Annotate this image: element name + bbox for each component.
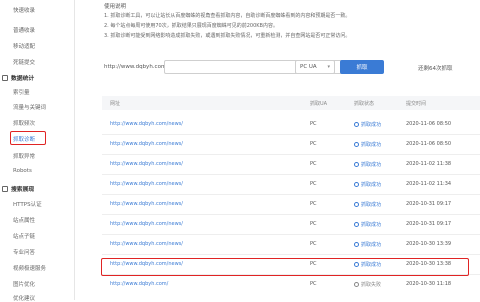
row-url-link[interactable]: http://www.dqbyh.com/news/	[110, 181, 183, 187]
status-text: 抓取失败	[361, 282, 382, 288]
status-text: 抓取成功	[361, 242, 382, 248]
sidebar-group-stats[interactable]: 数据统计	[2, 73, 34, 82]
header-ua: 抓取UA	[310, 101, 328, 107]
status-text: 抓取成功	[361, 222, 382, 228]
check-circle-icon	[354, 162, 359, 167]
check-circle-icon	[354, 222, 359, 227]
row-time: 2020-10-30 11:18	[406, 281, 452, 287]
header-status: 抓取状态	[354, 101, 375, 107]
check-circle-icon	[354, 182, 359, 187]
stats-icon	[2, 74, 8, 81]
search-display-icon	[2, 185, 8, 192]
row-time: 2020-11-02 11:34	[406, 181, 452, 187]
sidebar-group-label: 数据统计	[11, 76, 35, 82]
table-row: http://www.dqbyh.com/news/ PC 抓取成功 2020-…	[102, 134, 480, 155]
sidebar-item-opt-suggest[interactable]: 优化建议	[13, 294, 35, 302]
row-url-link[interactable]: http://www.dqbyh.com/news/	[110, 161, 183, 167]
row-url-link[interactable]: http://www.dqbyh.com/	[110, 281, 168, 287]
sidebar-item-sitelinks[interactable]: 站点子链	[13, 232, 35, 240]
row-ua: PC	[310, 241, 317, 247]
row-ua: PC	[310, 201, 317, 207]
row-status-link[interactable]: 抓取成功	[354, 141, 381, 148]
instruction-line: 3. 抓取诊断可能受到网络影响造成抓取失败，或遇到抓取失败情况，可重新检测，并自…	[104, 33, 351, 39]
warning-circle-icon	[354, 282, 359, 287]
row-time: 2020-10-30 13:39	[406, 241, 452, 247]
row-status-link[interactable]: 抓取成功	[354, 201, 381, 208]
table-header: 网址 抓取UA 抓取状态 提交时间	[102, 96, 480, 110]
ua-select-value: PC UA	[300, 64, 317, 70]
row-ua: PC	[310, 221, 317, 227]
row-url-link[interactable]: http://www.dqbyh.com/news/	[110, 141, 183, 147]
table-row: http://www.dqbyh.com/news/ PC 抓取成功 2020-…	[102, 234, 480, 255]
remaining-count: 还剩64次抓取	[418, 66, 453, 72]
table-row: http://www.dqbyh.com/news/ PC 抓取成功 2020-…	[102, 114, 480, 135]
row-status-link[interactable]: 抓取成功	[354, 241, 381, 248]
sidebar-item-normal-index[interactable]: 普通收录	[13, 26, 35, 34]
row-time: 2020-11-06 08:50	[406, 141, 452, 147]
sidebar-item-video[interactable]: 视频极速服务	[13, 264, 46, 272]
header-time: 提交时间	[406, 101, 427, 107]
sidebar-group-search-display[interactable]: 搜索展现	[2, 184, 34, 193]
status-text: 抓取成功	[361, 202, 382, 208]
check-circle-icon	[354, 122, 359, 127]
row-time: 2020-11-02 11:38	[406, 161, 452, 167]
sidebar-item-robots[interactable]: Robots	[13, 168, 32, 174]
failed-row-highlight-box	[101, 258, 469, 276]
table-row: http://www.dqbyh.com/news/ PC 抓取成功 2020-…	[102, 214, 480, 235]
sidebar-item-crawl-diagnosis[interactable]: 抓取诊断	[13, 135, 35, 143]
sidebar-item-traffic-keywords[interactable]: 流量与关键词	[13, 103, 46, 111]
row-url-link[interactable]: http://www.dqbyh.com/news/	[110, 121, 183, 127]
row-status-link[interactable]: 抓取成功	[354, 181, 381, 188]
row-ua: PC	[310, 141, 317, 147]
chevron-down-icon: ▾	[327, 64, 330, 70]
sidebar-item-crawl-frequency[interactable]: 抓取频次	[13, 119, 35, 127]
status-text: 抓取成功	[361, 162, 382, 168]
check-circle-icon	[354, 142, 359, 147]
instructions-title: 使用说明	[104, 4, 127, 10]
fetch-button[interactable]: 抓取	[340, 60, 384, 74]
sidebar-item-fast-index[interactable]: 快速收录	[13, 6, 35, 14]
row-ua: PC	[310, 281, 317, 287]
header-url: 网址	[110, 101, 121, 107]
row-status-link[interactable]: 抓取失败	[354, 281, 381, 288]
instruction-line: 2. 每个站点每周可使用70次，抓取结果只展现百度蜘蛛可见的前200KB内容。	[104, 23, 278, 29]
row-url-link[interactable]: http://www.dqbyh.com/news/	[110, 241, 183, 247]
row-time: 2020-10-31 09:17	[406, 221, 452, 227]
row-status-link[interactable]: 抓取成功	[354, 121, 381, 128]
sidebar-group-label: 搜索展现	[11, 187, 35, 193]
sidebar-item-crawl-errors[interactable]: 抓取异常	[13, 152, 35, 160]
status-text: 抓取成功	[361, 142, 382, 148]
sidebar-item-site-attributes[interactable]: 站点属性	[13, 216, 35, 224]
sidebar-item-mobile-adapt[interactable]: 移动适配	[13, 42, 35, 50]
table-row: http://www.dqbyh.com/news/ PC 抓取成功 2020-…	[102, 174, 480, 195]
sidebar-item-deadlink[interactable]: 死链提交	[13, 58, 35, 66]
table-row: http://www.dqbyh.com/news/ PC 抓取成功 2020-…	[102, 154, 480, 175]
sidebar-item-index-volume[interactable]: 索引量	[13, 88, 30, 96]
status-text: 抓取成功	[361, 182, 382, 188]
row-ua: PC	[310, 121, 317, 127]
row-url-link[interactable]: http://www.dqbyh.com/news/	[110, 221, 183, 227]
table-row: http://www.dqbyh.com/news/ PC 抓取成功 2020-…	[102, 194, 480, 215]
sidebar-item-qa[interactable]: 专业问答	[13, 248, 35, 256]
ua-select[interactable]: PC UA ▾	[295, 60, 335, 74]
sidebar-item-https[interactable]: HTTPS认证	[13, 200, 42, 208]
row-status-link[interactable]: 抓取成功	[354, 221, 381, 228]
row-time: 2020-10-31 09:17	[406, 201, 452, 207]
row-ua: PC	[310, 181, 317, 187]
row-time: 2020-11-06 08:50	[406, 121, 452, 127]
status-text: 抓取成功	[361, 122, 382, 128]
sidebar: 快速收录 普通收录 移动适配 死链提交 数据统计 索引量 流量与关键词 抓取频次…	[0, 0, 75, 302]
row-url-link[interactable]: http://www.dqbyh.com/news/	[110, 201, 183, 207]
check-circle-icon	[354, 242, 359, 247]
url-prefix: http://www.dqbyh.com/	[104, 64, 169, 70]
check-circle-icon	[354, 202, 359, 207]
row-status-link[interactable]: 抓取成功	[354, 161, 381, 168]
row-ua: PC	[310, 161, 317, 167]
table-row: http://www.dqbyh.com/ PC 抓取失败 2020-10-30…	[102, 274, 480, 294]
instruction-line: 1. 抓取诊断工具，可以让站长从百度蜘蛛的视角查看抓取内容，自助诊断百度蜘蛛看到…	[104, 13, 351, 19]
sidebar-item-image-opt[interactable]: 图片优化	[13, 280, 35, 288]
main-content: 使用说明 1. 抓取诊断工具，可以让站长从百度蜘蛛的视角查看抓取内容，自助诊断百…	[74, 0, 480, 300]
